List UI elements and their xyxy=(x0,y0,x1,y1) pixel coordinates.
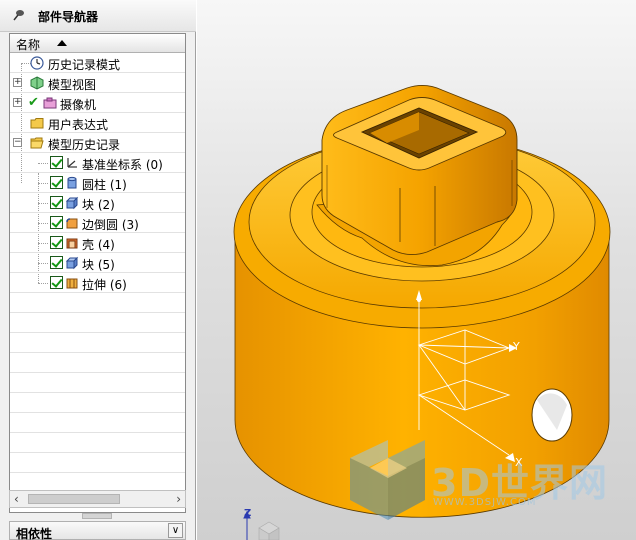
graphics-viewport[interactable]: Y X Z 3D世界网 WWW.3DSJW.COM xyxy=(197,0,636,540)
tree-item-feature-datum-csys[interactable]: 基准坐标系 (0) xyxy=(10,153,185,173)
watermark-url: WWW.3DSJW.COM xyxy=(433,497,537,508)
navigator-title: 部件导航器 xyxy=(38,10,99,24)
tree-item-label: 壳 (4) xyxy=(82,238,115,252)
panel-splitter-handle[interactable] xyxy=(82,513,112,519)
dependencies-label: 相依性 xyxy=(16,527,53,540)
scrollbar-thumb[interactable] xyxy=(28,494,120,504)
scroll-left-icon[interactable]: ‹ xyxy=(14,492,19,506)
feature-checkbox[interactable] xyxy=(50,156,63,169)
feature-checkbox[interactable] xyxy=(50,236,63,249)
tree-item-user-expressions[interactable]: 用户表达式 xyxy=(10,113,185,133)
collapse-icon[interactable]: − xyxy=(13,138,22,147)
tree-item-label: 圆柱 (1) xyxy=(82,178,127,192)
tree-empty-row xyxy=(10,373,185,393)
tree-empty-row xyxy=(10,333,185,353)
pin-icon[interactable] xyxy=(12,8,26,22)
column-header-label: 名称 xyxy=(16,38,41,52)
navigator-tree[interactable]: 名称 历史记录模式 + 模型视图 + ✔ 摄像机 用户表达式 − 模型历史记录 … xyxy=(9,33,186,513)
tree-empty-row xyxy=(10,433,185,453)
feature-checkbox[interactable] xyxy=(50,176,63,189)
tree-empty-row xyxy=(10,293,185,313)
part-navigator-panel: 部件导航器 名称 历史记录模式 + 模型视图 + ✔ 摄像机 用户表达式 − 模… xyxy=(0,0,196,540)
dependencies-panel-header[interactable]: 相依性 ∨ xyxy=(9,521,186,540)
z-axis-label: Z xyxy=(244,508,252,519)
tree-item-label: 用户表达式 xyxy=(48,118,109,132)
tree-empty-row xyxy=(10,413,185,433)
tree-item-feature-cylinder[interactable]: 圆柱 (1) xyxy=(10,173,185,193)
scroll-right-icon[interactable]: › xyxy=(176,492,181,506)
tree-item-feature-edge-blend[interactable]: 边倒圆 (3) xyxy=(10,213,185,233)
tree-empty-row xyxy=(10,453,185,473)
y-axis-label: Y xyxy=(513,340,520,353)
tree-item-label: 边倒圆 (3) xyxy=(82,218,139,232)
model-views-icon xyxy=(30,76,44,90)
clock-icon xyxy=(30,56,44,70)
tree-item-label: 模型视图 xyxy=(48,78,97,92)
tree-item-feature-block-5[interactable]: 块 (5) xyxy=(10,253,185,273)
datum-csys-icon xyxy=(67,158,77,168)
tree-item-label: 基准坐标系 (0) xyxy=(82,158,163,172)
tree-item-label: 拉伸 (6) xyxy=(82,278,127,292)
feature-checkbox[interactable] xyxy=(50,256,63,269)
tree-item-history-mode[interactable]: 历史记录模式 xyxy=(10,53,185,73)
feature-checkbox[interactable] xyxy=(50,196,63,209)
navigator-title-bar: 部件导航器 xyxy=(0,0,196,32)
tree-item-label: 摄像机 xyxy=(60,98,97,112)
sort-ascending-icon xyxy=(57,40,67,46)
tree-empty-row xyxy=(10,353,185,373)
tree-item-label: 模型历史记录 xyxy=(48,138,121,152)
block-icon xyxy=(65,256,79,270)
tree-item-model-history[interactable]: − 模型历史记录 xyxy=(10,133,185,153)
tree-item-label: 块 (5) xyxy=(82,258,115,272)
edge-blend-icon xyxy=(66,218,78,229)
camera-icon xyxy=(43,97,57,109)
checkmark-icon: ✔ xyxy=(28,95,39,110)
expand-icon[interactable]: + xyxy=(13,98,22,107)
cylinder-icon xyxy=(67,176,77,189)
folder-open-icon xyxy=(30,137,44,149)
folder-icon xyxy=(30,118,44,129)
feature-checkbox[interactable] xyxy=(50,216,63,229)
block-icon xyxy=(65,196,79,210)
tree-item-label: 历史记录模式 xyxy=(48,58,121,72)
horizontal-scrollbar[interactable]: ‹ › xyxy=(9,490,186,508)
tree-item-camera[interactable]: + ✔ 摄像机 xyxy=(10,93,185,113)
tree-item-feature-shell[interactable]: 壳 (4) xyxy=(10,233,185,253)
extrude-icon xyxy=(66,278,78,289)
shell-icon xyxy=(66,238,78,249)
tree-item-model-views[interactable]: + 模型视图 xyxy=(10,73,185,93)
column-header-name[interactable]: 名称 xyxy=(10,34,185,53)
tree-empty-row xyxy=(10,393,185,413)
feature-checkbox[interactable] xyxy=(50,276,63,289)
chevron-down-icon[interactable]: ∨ xyxy=(168,523,183,538)
tree-item-feature-extrude[interactable]: 拉伸 (6) xyxy=(10,273,185,293)
tree-item-feature-block[interactable]: 块 (2) xyxy=(10,193,185,213)
tree-empty-row xyxy=(10,313,185,333)
tree-item-label: 块 (2) xyxy=(82,198,115,212)
expand-icon[interactable]: + xyxy=(13,78,22,87)
